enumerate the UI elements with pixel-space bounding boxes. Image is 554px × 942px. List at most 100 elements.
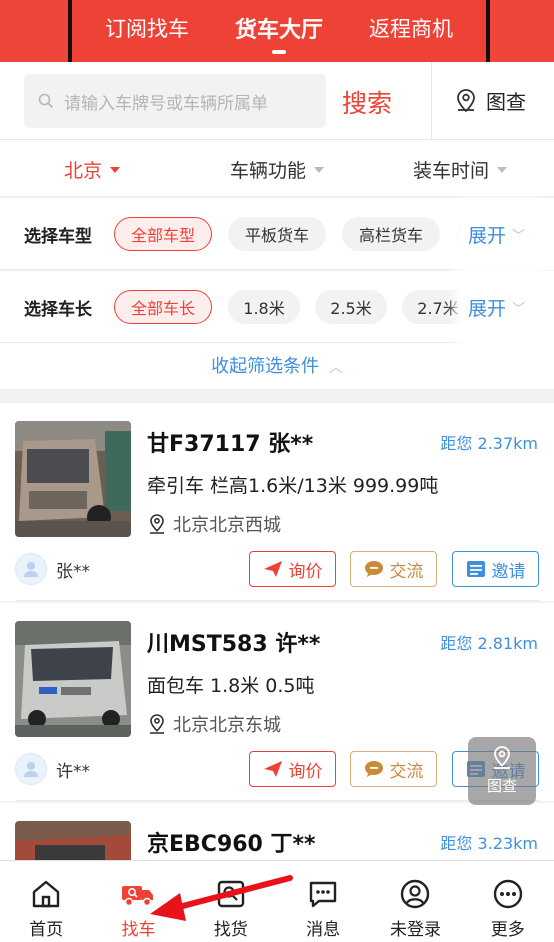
chip-high-rail[interactable]: 高栏货车 <box>342 217 440 251</box>
inquire-button[interactable]: 询价 <box>249 551 336 587</box>
inquire-label: 询价 <box>288 761 323 782</box>
nav-more[interactable]: 更多 <box>462 861 554 942</box>
inquire-label: 询价 <box>288 561 323 582</box>
send-icon <box>263 561 282 577</box>
collapse-filters-label: 收起筛选条件 <box>211 356 320 377</box>
tab-subscribe[interactable]: 订阅找车 <box>105 13 189 49</box>
expand-label: 展开 <box>468 297 507 320</box>
vehicle-spec: 牵引车 栏高1.6米/13米 999.99吨 <box>147 475 439 497</box>
expand-label: 展开 <box>468 224 507 247</box>
chat-bubble-icon <box>364 561 383 577</box>
plate-owner: 京EBC960 丁** <box>147 832 316 857</box>
vehicle-type-label: 选择车型 <box>24 227 92 247</box>
expand-vehicle-type[interactable]: 展开 ﹀ <box>462 198 554 270</box>
floating-map-label: 图查 <box>486 777 517 795</box>
nav-home[interactable]: 首页 <box>0 861 92 942</box>
listing-card[interactable]: 甘F37117 张** 距您 2.37km 牵引车 栏高1.6米/13米 999… <box>0 403 554 601</box>
function-filter[interactable]: 车辆功能 <box>230 156 325 183</box>
header-tabs: 订阅找车 货车大厅 返程商机 <box>68 0 490 66</box>
expand-vehicle-length[interactable]: 展开 ﹀ <box>462 271 554 343</box>
location: 北京北京西城 <box>147 511 281 537</box>
chip-length-2-5[interactable]: 2.5米 <box>315 290 387 324</box>
chat-button[interactable]: 交流 <box>350 551 437 587</box>
distance: 距您 2.37km <box>440 434 538 453</box>
search-icon <box>38 93 54 109</box>
invite-label: 邀请 <box>491 561 526 582</box>
nav-label: 更多 <box>490 920 525 940</box>
map-pin-icon <box>494 746 510 769</box>
search-placeholder: 请输入车牌号或车辆所属单 <box>64 93 268 114</box>
chevron-up-icon: ︿ <box>328 360 343 376</box>
chip-all-types[interactable]: 全部车型 <box>114 217 212 251</box>
chevron-down-icon: ﹀ <box>512 228 526 244</box>
map-search-button[interactable]: 图查 <box>452 86 526 115</box>
divider <box>431 62 432 140</box>
search-input[interactable]: 请输入车牌号或车辆所属单 <box>24 74 326 128</box>
vehicle-spec: 面包车 1.8米 0.5吨 <box>147 675 315 697</box>
truck-photo <box>15 421 131 537</box>
send-icon <box>263 761 282 777</box>
nav-login[interactable]: 未登录 <box>369 861 461 942</box>
bottom-nav: 首页 找车 找货 消息 未登录 更多 <box>0 860 554 942</box>
avatar <box>15 553 47 585</box>
map-search-label: 图查 <box>486 90 526 114</box>
city-filter-label: 北京 <box>64 160 103 182</box>
invite-list-icon <box>466 561 485 577</box>
nav-messages[interactable]: 消息 <box>277 861 369 942</box>
vehicle-type-row: 选择车型 全部车型 平板货车 高栏货车 箱 展开﹀ <box>0 198 554 270</box>
user-icon <box>399 877 431 911</box>
message-icon <box>307 877 339 911</box>
chat-label: 交流 <box>389 761 424 782</box>
vehicle-length-row: 选择车长 全部车长 1.8米 2.5米 2.7米 展开 ﹀ <box>0 271 554 343</box>
filter-bar: 北京 车辆功能 装车时间 <box>0 140 554 197</box>
listing-card[interactable]: 京EBC960 丁** 距您 3.23km <box>0 803 554 860</box>
chat-label: 交流 <box>389 561 424 582</box>
tab-return-trip[interactable]: 返程商机 <box>369 13 453 49</box>
search-bar: 请输入车牌号或车辆所属单 搜索 图查 <box>0 62 554 140</box>
location-pin-icon <box>150 714 164 734</box>
more-icon <box>492 877 524 911</box>
owner-name: 许** <box>56 761 90 782</box>
user-avatar-icon <box>24 562 38 577</box>
function-filter-label: 车辆功能 <box>230 160 307 182</box>
distance: 距您 2.81km <box>440 634 538 653</box>
owner: 许** <box>15 753 90 785</box>
location-pin-icon <box>150 514 164 534</box>
chevron-down-icon: ﹀ <box>512 301 526 317</box>
nav-label: 未登录 <box>389 920 441 940</box>
chat-bubble-icon <box>364 761 383 777</box>
location-text: 北京北京西城 <box>173 515 281 536</box>
owner-name: 张** <box>56 561 90 582</box>
truck-search-icon <box>120 877 156 911</box>
floating-map-button[interactable]: 图查 <box>468 737 536 805</box>
chip-length-1-8[interactable]: 1.8米 <box>228 290 300 324</box>
card-divider <box>15 800 539 801</box>
collapse-filters-button[interactable]: 收起筛选条件 ︿ <box>0 343 554 389</box>
nav-find-truck[interactable]: 找车 <box>92 861 184 942</box>
city-filter[interactable]: 北京 <box>64 156 121 183</box>
search-button[interactable]: 搜索 <box>342 84 392 120</box>
load-time-filter-label: 装车时间 <box>413 160 490 182</box>
nav-label: 首页 <box>29 920 64 940</box>
cargo-icon <box>215 877 247 911</box>
location: 北京北京东城 <box>147 711 281 737</box>
dropdown-arrow-icon <box>110 166 121 173</box>
plate-owner: 甘F37117 张** <box>147 432 314 457</box>
chat-button[interactable]: 交流 <box>350 751 437 787</box>
van-photo <box>15 621 131 737</box>
truck-photo <box>15 821 131 860</box>
home-icon <box>30 877 62 911</box>
vehicle-length-label: 选择车长 <box>24 300 92 320</box>
chip-flatbed[interactable]: 平板货车 <box>228 217 326 251</box>
nav-find-cargo[interactable]: 找货 <box>185 861 277 942</box>
avatar <box>15 753 47 785</box>
invite-button[interactable]: 邀请 <box>452 551 539 587</box>
load-time-filter[interactable]: 装车时间 <box>413 156 508 183</box>
owner: 张** <box>15 553 90 585</box>
chip-all-lengths[interactable]: 全部车长 <box>114 290 212 324</box>
tab-truck-hall[interactable]: 货车大厅 <box>235 12 323 54</box>
inquire-button[interactable]: 询价 <box>249 751 336 787</box>
nav-label: 找车 <box>121 920 156 940</box>
location-text: 北京北京东城 <box>173 715 281 736</box>
dropdown-arrow-icon <box>314 166 325 173</box>
